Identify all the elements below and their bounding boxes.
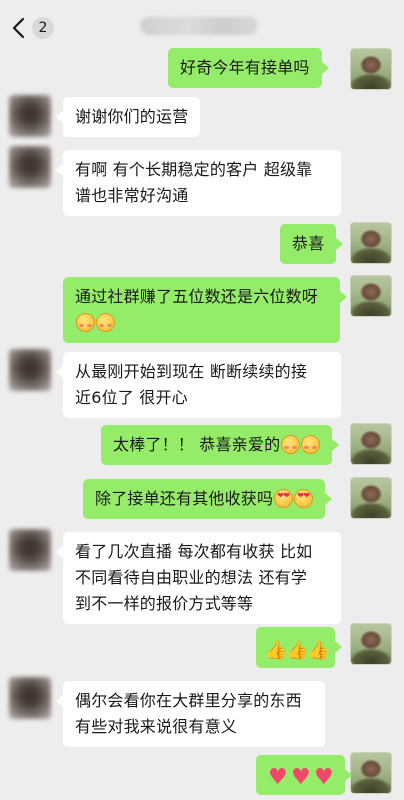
unread-count-badge: 2 (32, 17, 54, 39)
message-text-line: 近6位了 很开心 (75, 388, 188, 407)
message-text-line: 有些对我来说很有意义 (75, 717, 238, 736)
contact-avatar[interactable] (9, 146, 51, 188)
message-bubble-outgoing[interactable]: 太棒了！！ 恭喜亲爱的 (101, 425, 340, 465)
my-avatar[interactable] (350, 275, 392, 317)
message-text: 恭喜 (292, 234, 325, 253)
message-bubble-incoming[interactable]: 从最刚开始到现在 断断续续的接 近6位了 很开心 (56, 352, 341, 418)
my-avatar[interactable] (350, 48, 392, 90)
my-avatar[interactable] (350, 423, 392, 465)
message-text: 好奇今年有接单吗 (180, 58, 310, 77)
heart-eyes-face-icon (274, 489, 294, 508)
my-avatar[interactable] (350, 222, 392, 264)
heart-icon: ♥ (314, 765, 334, 790)
message-text-line: 谱也非常好沟通 (75, 186, 189, 205)
blushing-face-icon (96, 313, 115, 332)
message-text-line: 有啊 有个长期稳定的客户 超级靠 (75, 160, 313, 179)
blushing-face-icon (301, 435, 321, 454)
blushing-face-icon (76, 313, 95, 332)
heart-icon: ♥ (291, 765, 311, 790)
message-bubble-outgoing[interactable]: 除了接单还有其他收获吗 (83, 479, 333, 519)
thumbs-up-icon: 👍 (265, 640, 288, 661)
message-bubble-incoming[interactable]: 看了几次直播 每次都有收获 比如 不同看待自由职业的想法 还有学 到不一样的报价… (56, 532, 341, 624)
message-text-line: 不同看待自由职业的想法 还有学 (75, 568, 308, 587)
message-text-line: 偶尔会看你在大群里分享的东西 (75, 691, 302, 710)
thumbs-up-icon: 👍 (286, 640, 309, 661)
message-bubble-outgoing[interactable]: 👍👍👍 (256, 627, 342, 668)
message-text: 除了接单还有其他收获吗 (95, 489, 274, 508)
message-bubble-incoming[interactable]: 偶尔会看你在大群里分享的东西 有些对我来说很有意义 (56, 681, 325, 747)
message-bubble-incoming[interactable]: 谢谢你们的运营 (55, 97, 201, 137)
heart-icon: ♥ (268, 765, 288, 790)
thumbs-up-icon: 👍 (307, 640, 330, 661)
message-bubble-outgoing[interactable]: 恭喜 (280, 224, 344, 264)
heart-eyes-face-icon (294, 489, 314, 508)
chevron-left-icon (12, 17, 25, 39)
message-bubble-outgoing[interactable]: 好奇今年有接单吗 (168, 48, 329, 88)
contact-avatar[interactable] (9, 349, 51, 391)
chat-header: 2 (0, 0, 404, 52)
chat-title-blurred[interactable] (140, 17, 258, 35)
message-text: 太棒了！！ 恭喜亲爱的 (113, 435, 281, 454)
emoji-row (75, 310, 328, 336)
message-text: 谢谢你们的运营 (75, 107, 189, 126)
message-bubble-incoming[interactable]: 有啊 有个长期稳定的客户 超级靠 谱也非常好沟通 (56, 150, 341, 216)
message-bubble-outgoing[interactable]: ♥ ♥ ♥ (256, 755, 352, 795)
message-bubble-outgoing[interactable]: 通过社群赚了五位数还是六位数呀 (63, 277, 347, 343)
contact-avatar[interactable] (9, 677, 51, 719)
my-avatar[interactable] (350, 477, 392, 519)
blushing-face-icon (281, 435, 301, 454)
contact-avatar[interactable] (9, 529, 51, 571)
my-avatar[interactable] (350, 752, 392, 794)
message-text-line: 从最刚开始到现在 断断续续的接 (75, 362, 308, 381)
message-text-line: 看了几次直播 每次都有收获 比如 (75, 542, 313, 561)
back-button[interactable]: 2 (10, 14, 54, 42)
contact-avatar[interactable] (9, 95, 51, 137)
message-text-line: 通过社群赚了五位数还是六位数呀 (75, 287, 319, 306)
message-text-line: 到不一样的报价方式等等 (75, 594, 254, 613)
my-avatar[interactable] (350, 623, 392, 665)
